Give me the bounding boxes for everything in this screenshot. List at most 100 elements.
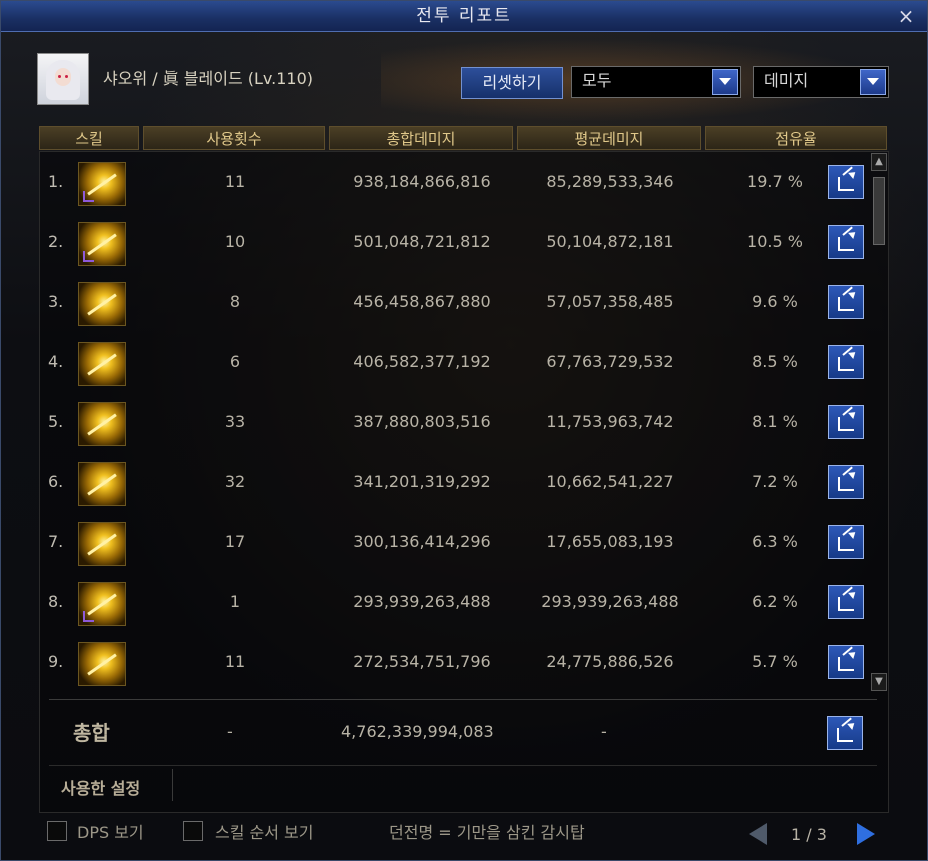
header-average-damage[interactable]: 평균데미지 [517,126,701,150]
share-icon[interactable] [827,716,863,750]
row-count: 33 [224,412,246,431]
row-total-damage: 300,136,414,296 [353,532,491,551]
skill-order-label: 스킬 순서 보기 [215,823,314,842]
total-damage: 4,762,339,994,083 [341,722,494,741]
row-average-damage: 11,753,963,742 [546,412,674,431]
row-share: 7.2 % [752,472,798,491]
row-share: 10.5 % [747,232,803,251]
filter-select-value: 모두 [582,71,612,90]
row-total-damage: 938,184,866,816 [353,172,491,191]
share-icon[interactable] [828,285,864,319]
row-total-damage: 272,534,751,796 [353,652,491,671]
reset-button[interactable]: 리셋하기 [461,67,563,99]
skill-icon [78,162,126,206]
row-share: 6.2 % [752,592,798,611]
header-count[interactable]: 사용횟수 [143,126,325,150]
table-scrollbar[interactable]: ▲ ▼ [871,153,887,693]
avatar [37,53,89,105]
row-total-damage: 501,048,721,812 [353,232,491,251]
share-icon[interactable] [828,225,864,259]
skill-icon [78,462,126,506]
row-share: 5.7 % [752,652,798,671]
total-count: - [227,722,233,741]
row-share: 19.7 % [747,172,803,191]
close-icon[interactable]: × [897,1,917,31]
page-indicator: 1 / 3 [791,825,827,844]
row-average-damage: 85,289,533,346 [546,172,674,191]
table-header: 스킬 사용횟수 총합데미지 평균데미지 점유율 [39,126,887,150]
row-rank: 2. [48,232,64,251]
row-count: 8 [229,292,241,311]
dungeon-name: 던전명 = 기만을 삼킨 감시탑 [389,823,585,842]
row-total-damage: 456,458,867,880 [353,292,491,311]
row-average-damage: 67,763,729,532 [546,352,674,371]
row-average-damage: 57,057,358,485 [546,292,674,311]
row-count: 1 [229,592,241,611]
row-count: 6 [229,352,241,371]
row-share: 8.1 % [752,412,798,431]
share-icon[interactable] [828,465,864,499]
row-total-damage: 293,939,263,488 [353,592,491,611]
title-bar: 전투 리포트 × [1,1,927,32]
table-row: 8. 1 293,939,263,488 293,939,263,488 6.2… [40,572,872,632]
metric-select[interactable]: 데미지 [753,66,889,98]
table-row: 2. 10 501,048,721,812 50,104,872,181 10.… [40,212,872,272]
scroll-thumb[interactable] [873,177,885,245]
row-count: 11 [224,172,246,191]
header-total-damage[interactable]: 총합데미지 [329,126,513,150]
row-rank: 8. [48,592,64,611]
scroll-up-icon[interactable]: ▲ [871,153,887,171]
total-label: 총합 [73,721,110,745]
dps-label: DPS 보기 [77,823,144,842]
skill-icon [78,522,126,566]
share-icon[interactable] [828,345,864,379]
prev-page-icon[interactable] [749,823,767,845]
row-total-damage: 406,582,377,192 [353,352,491,371]
row-rank: 6. [48,472,64,491]
dps-checkbox[interactable] [47,821,67,841]
chevron-down-icon[interactable] [712,69,738,95]
table-row: 3. 8 456,458,867,880 57,057,358,485 9.6 … [40,272,872,332]
share-icon[interactable] [828,405,864,439]
skill-icon [78,282,126,326]
skill-order-checkbox[interactable] [183,821,203,841]
scroll-down-icon[interactable]: ▼ [871,673,887,691]
row-rank: 5. [48,412,64,431]
share-icon[interactable] [828,585,864,619]
window-title: 전투 리포트 [416,6,512,26]
avatar-eye-right [65,75,68,78]
row-count: 11 [224,652,246,671]
battle-report-window: 전투 리포트 × 샤오위 / 眞 블레이드 (Lv.110) 리셋하기 모두 데… [0,0,928,861]
share-icon[interactable] [828,645,864,679]
row-total-damage: 341,201,319,292 [353,472,491,491]
row-rank: 9. [48,652,64,671]
next-page-icon[interactable] [857,823,875,845]
table-row: 5. 33 387,880,803,516 11,753,963,742 8.1… [40,392,872,452]
skill-icon [78,582,126,626]
skill-icon [78,642,126,686]
share-icon[interactable] [828,525,864,559]
filter-select[interactable]: 모두 [571,66,741,98]
row-average-damage: 293,939,263,488 [541,592,679,611]
row-average-damage: 24,775,886,526 [546,652,674,671]
row-rank: 7. [48,532,64,551]
share-icon[interactable] [828,165,864,199]
table-row: 9. 11 272,534,751,796 24,775,886,526 5.7… [40,632,872,692]
skill-icon [78,402,126,446]
row-count: 17 [224,532,246,551]
header-share[interactable]: 점유율 [705,126,887,150]
header-skill[interactable]: 스킬 [39,126,139,150]
chevron-down-icon[interactable] [860,69,886,95]
row-share: 9.6 % [752,292,798,311]
skill-table: 1. 11 938,184,866,816 85,289,533,346 19.… [39,151,889,813]
row-average-damage: 50,104,872,181 [546,232,674,251]
skill-icon [78,222,126,266]
skill-icon [78,342,126,386]
row-share: 6.3 % [752,532,798,551]
metric-select-value: 데미지 [764,71,809,90]
table-row: 4. 6 406,582,377,192 67,763,729,532 8.5 … [40,332,872,392]
row-rank: 3. [48,292,64,311]
row-rank: 4. [48,352,64,371]
divider [49,765,877,766]
avatar-eye-left [58,75,61,78]
